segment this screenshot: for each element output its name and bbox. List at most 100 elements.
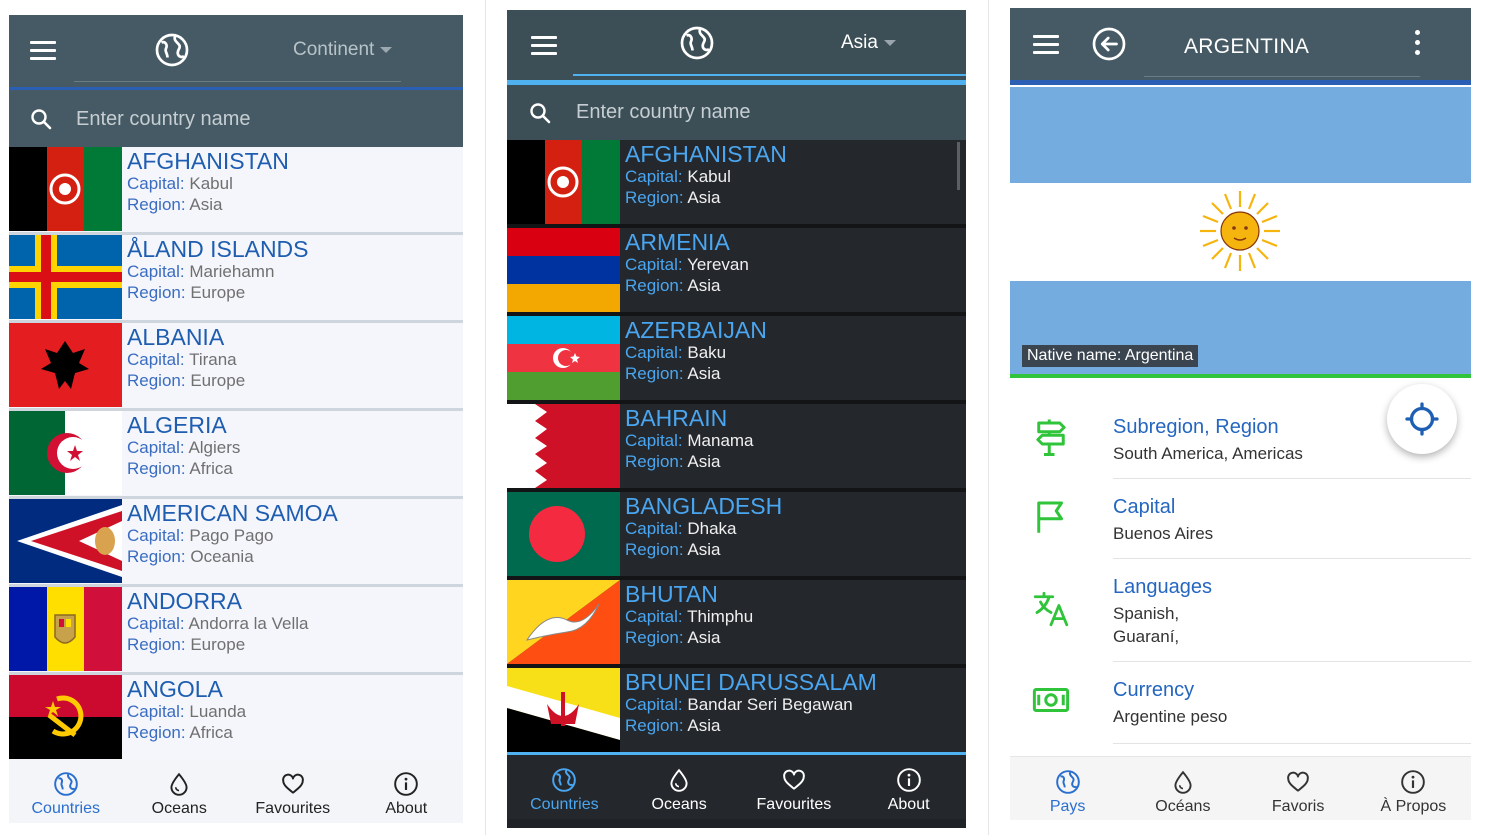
search-icon [29, 107, 53, 131]
country-row-azerbaijan[interactable]: AZERBAIJAN Capital: Baku Region: Asia [507, 316, 966, 404]
capital-label: Capital: [127, 350, 185, 369]
country-name: BAHRAIN [625, 405, 728, 431]
tab-countries[interactable]: Countries [507, 755, 622, 819]
globe-icon [53, 771, 79, 797]
info-icon [896, 767, 922, 793]
flag-albania [9, 323, 122, 407]
capital-label: Capital: [127, 526, 185, 545]
tab-favourites[interactable]: Favourites [236, 759, 350, 823]
country-row-aland-islands[interactable]: ÅLAND ISLANDS Capital: Mariehamn Region:… [9, 235, 463, 323]
detail-value: Buenos Aires [1113, 524, 1214, 543]
menu-icon[interactable] [30, 41, 56, 61]
region-label: Region: [625, 716, 684, 735]
capital-value: Manama [687, 431, 754, 450]
country-row-bahrain[interactable]: BAHRAIN Capital: Manama Region: Asia [507, 404, 966, 492]
search-input[interactable] [76, 104, 446, 134]
page-title: ARGENTINA [1184, 35, 1310, 58]
tab-countries[interactable]: Pays [1010, 757, 1125, 820]
country-row-armenia[interactable]: ARMENIA Capital: Yerevan Region: Asia [507, 228, 966, 316]
country-row-andorra[interactable]: ANDORRA Capital: Andorra la Vella Region… [9, 587, 463, 675]
country-name: ALBANIA [127, 324, 225, 350]
heart-icon [781, 767, 807, 793]
region-value: Asia [189, 195, 223, 214]
dropdown-value: Continent [293, 39, 375, 60]
continent-dropdown[interactable]: Asia [841, 32, 896, 54]
detail-value: Spanish, [1113, 604, 1180, 623]
app-bar: ARGENTINA [1010, 8, 1471, 82]
country-row-algeria[interactable]: ALGERIA Capital: Algiers Region: Africa [9, 411, 463, 499]
tab-label: Oceans [651, 796, 707, 813]
country-name: ALGERIA [127, 412, 227, 438]
tab-oceans[interactable]: Océans [1125, 757, 1240, 820]
capital-label: Capital: [625, 607, 683, 626]
capital-value: Algiers [188, 438, 241, 457]
flag-afghanistan [9, 147, 122, 231]
detail-value-2: Guaraní, [1113, 627, 1180, 646]
capital-value: Mariehamn [189, 262, 275, 281]
tab-label: Favourites [255, 800, 331, 817]
country-name: ANDORRA [127, 588, 243, 614]
region-label: Region: [127, 195, 186, 214]
region-value: Europe [190, 283, 246, 302]
back-arrow-icon[interactable] [1091, 26, 1127, 62]
locate-fab[interactable] [1387, 384, 1457, 454]
search-bar [507, 85, 966, 140]
detail-label: Capital [1113, 496, 1176, 518]
tab-oceans[interactable]: Oceans [622, 755, 737, 819]
capital-value: Baku [687, 343, 727, 362]
continent-dropdown[interactable]: Continent [293, 39, 393, 61]
crosshair-icon [1405, 402, 1439, 436]
tab-label: Oceans [151, 800, 207, 817]
search-input[interactable] [576, 97, 946, 127]
translate-icon [1033, 591, 1069, 627]
capital-label: Capital: [127, 702, 185, 721]
tab-oceans[interactable]: Oceans [123, 759, 237, 823]
flag-bhutan [507, 580, 620, 664]
chevron-down-icon [380, 47, 393, 53]
country-name: ARMENIA [625, 229, 730, 255]
tab-about[interactable]: À Propos [1356, 757, 1471, 820]
separator [1113, 743, 1471, 744]
tab-favourites[interactable]: Favoris [1241, 757, 1356, 820]
drop-icon [166, 771, 192, 797]
country-name: BHUTAN [625, 581, 718, 607]
country-row-american-samoa[interactable]: AMERICAN SAMOA Capital: Pago Pago Region… [9, 499, 463, 587]
signpost-icon [1036, 419, 1066, 456]
capital-value: Luanda [189, 702, 247, 721]
screen-countries-light: Continent AFGHANISTAN Capital: Kabul Reg… [9, 15, 463, 823]
more-vert-icon[interactable] [1415, 30, 1421, 58]
capital-label: Capital: [127, 614, 185, 633]
region-value: Europe [190, 371, 246, 390]
scrollbar[interactable] [957, 142, 960, 190]
country-row-albania[interactable]: ALBANIA Capital: Tirana Region: Europe [9, 323, 463, 411]
region-label: Region: [127, 283, 186, 302]
accent-bar [1010, 80, 1471, 85]
tab-favourites[interactable]: Favourites [737, 755, 852, 819]
country-row-bhutan[interactable]: BHUTAN Capital: Thimphu Region: Asia [507, 580, 966, 668]
menu-icon[interactable] [531, 36, 557, 56]
detail-label: Languages [1113, 576, 1212, 598]
dropdown-underline [573, 74, 966, 76]
bottom-nav: Countries Oceans Favourites About [507, 755, 966, 819]
capital-value: Kabul [189, 174, 233, 193]
tab-about[interactable]: About [851, 755, 966, 819]
tab-about[interactable]: About [350, 759, 464, 823]
capital-value: Dhaka [687, 519, 737, 538]
flag-angola [9, 675, 122, 759]
separator [1113, 478, 1471, 479]
tab-countries[interactable]: Countries [9, 759, 123, 823]
menu-icon[interactable] [1033, 35, 1059, 55]
tab-label: About [385, 800, 428, 817]
country-row-brunei[interactable]: BRUNEI DARUSSALAM Capital: Bandar Seri B… [507, 668, 966, 756]
country-row-bangladesh[interactable]: BANGLADESH Capital: Dhaka Region: Asia [507, 492, 966, 580]
capital-value: Bandar Seri Begawan [687, 695, 853, 714]
country-row-angola[interactable]: ANGOLA Capital: Luanda Region: Africa [9, 675, 463, 763]
region-value: Africa [189, 723, 233, 742]
country-row-afghanistan[interactable]: AFGHANISTAN Capital: Kabul Region: Asia [9, 147, 463, 235]
chevron-down-icon [883, 40, 896, 46]
globe-icon [154, 32, 190, 68]
capital-label: Capital: [127, 174, 185, 193]
capital-label: Capital: [625, 695, 683, 714]
country-row-afghanistan[interactable]: AFGHANISTAN Capital: Kabul Region: Asia [507, 140, 966, 228]
region-value: Africa [189, 459, 233, 478]
